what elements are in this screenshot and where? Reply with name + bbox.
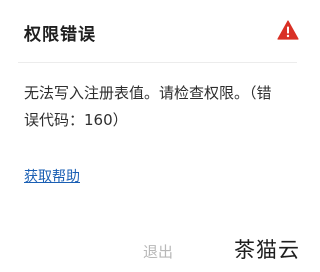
warning-icon: [277, 20, 299, 40]
permission-error-dialog: 权限错误 无法写入注册表值。请检查权限。（错误代码：160） 获取帮助 退出 茶…: [0, 0, 311, 272]
dialog-title: 权限错误: [24, 25, 96, 45]
title-divider: [18, 62, 297, 63]
error-message: 无法写入注册表值。请检查权限。（错误代码：160）: [24, 84, 272, 129]
get-help-link[interactable]: 获取帮助: [24, 166, 80, 186]
watermark: 茶猫云: [234, 238, 300, 262]
exit-button[interactable]: 退出: [128, 236, 188, 266]
